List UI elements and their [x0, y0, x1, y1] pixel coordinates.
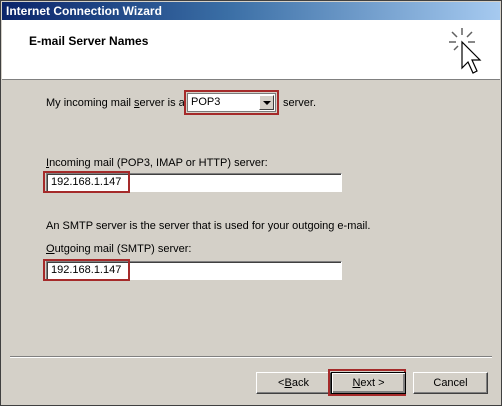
smtp-note: An SMTP server is the server that is use…: [46, 220, 371, 232]
window-title: Internet Connection Wizard: [6, 4, 162, 18]
wizard-cursor-sparkle-icon: [449, 28, 482, 74]
page-title: E-mail Server Names: [29, 34, 149, 48]
cancel-button[interactable]: Cancel: [413, 372, 488, 394]
incoming-server-label: Incoming mail (POP3, IMAP or HTTP) serve…: [46, 157, 268, 169]
incoming-server-highlight: [43, 171, 130, 193]
next-button[interactable]: Next >: [331, 372, 406, 394]
server-type-value: POP3: [191, 96, 221, 108]
dropdown-arrow-icon[interactable]: [259, 95, 274, 110]
back-button[interactable]: < Back: [256, 372, 331, 394]
title-bar: Internet Connection Wizard: [2, 2, 500, 20]
incoming-type-label: My incoming mail server is a: [46, 97, 185, 109]
server-suffix-label: server.: [283, 97, 317, 109]
outgoing-server-label: Outgoing mail (SMTP) server:: [46, 243, 192, 255]
wizard-header: E-mail Server Names: [2, 20, 500, 80]
button-separator: [10, 356, 492, 358]
server-type-select[interactable]: POP3: [187, 93, 276, 112]
outgoing-server-highlight: [43, 259, 130, 281]
wizard-window: Internet Connection Wizard E-mail Server…: [0, 0, 502, 406]
